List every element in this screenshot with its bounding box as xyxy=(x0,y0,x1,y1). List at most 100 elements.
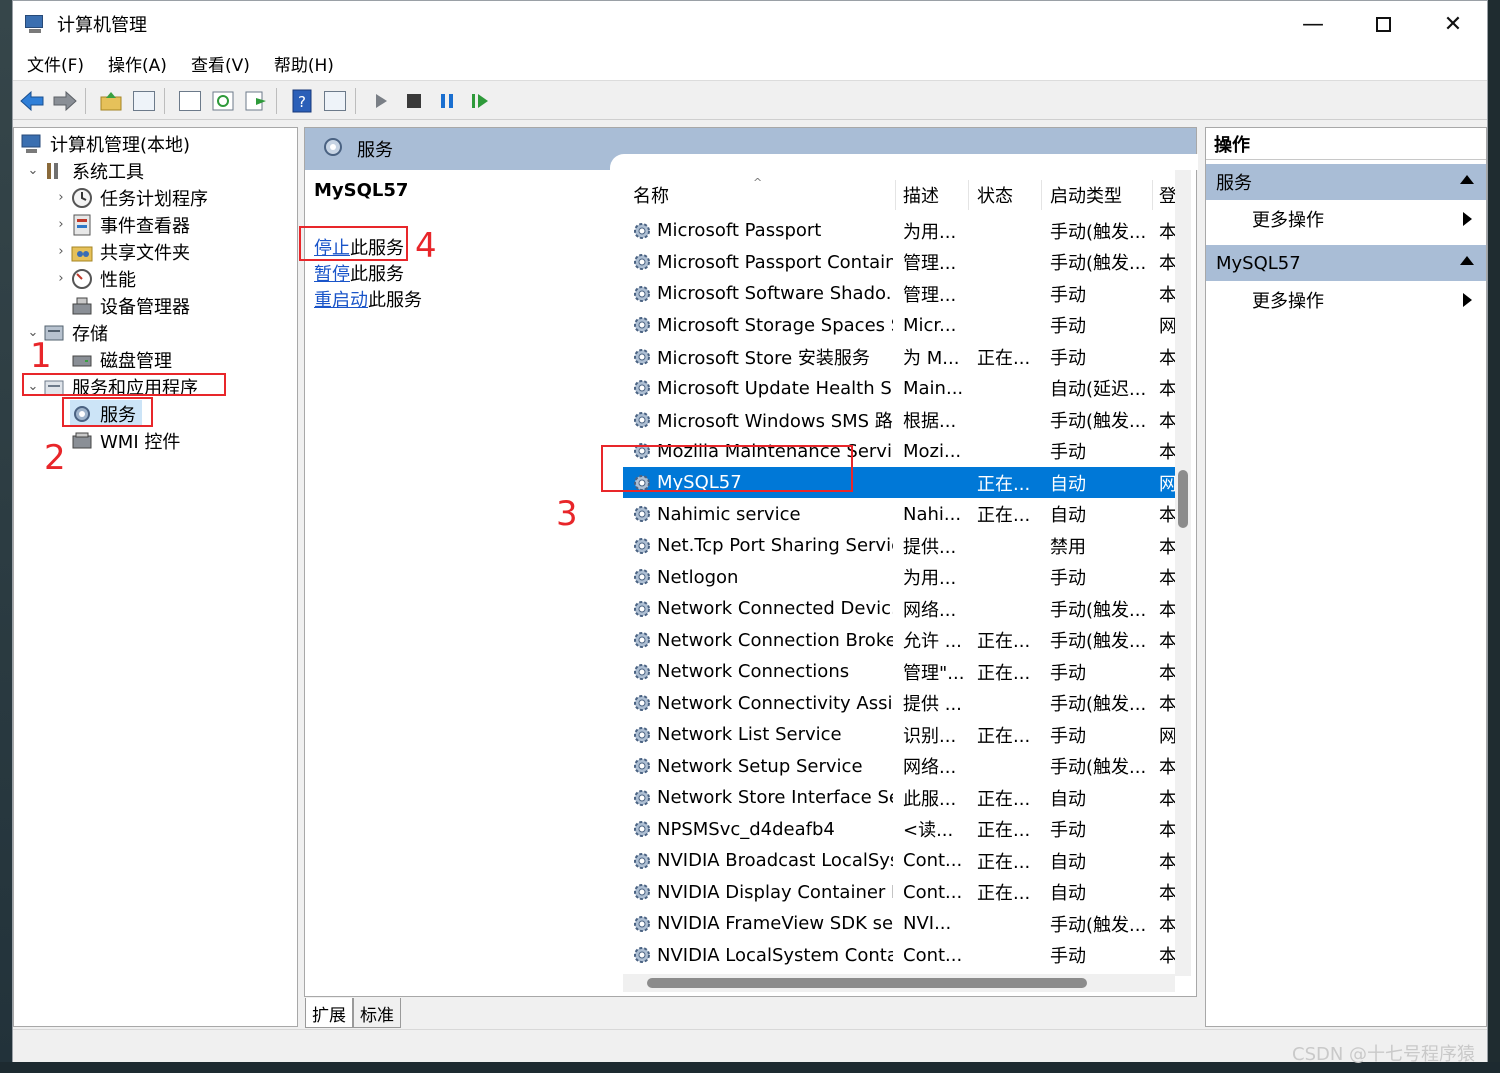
status-bar xyxy=(13,1029,1487,1062)
pause-service-button[interactable] xyxy=(433,87,461,115)
service-row[interactable]: Microsoft Store 安装服务 为 M... 正在... 手动 本 xyxy=(623,341,1175,372)
tree-item-performance[interactable]: › 性能 xyxy=(52,265,136,292)
column-desc-label: 描述 xyxy=(903,186,939,207)
service-row[interactable]: Network Connections 管理"... 正在... 手动 本 xyxy=(623,656,1175,687)
more-actions-mysql57[interactable]: 更多操作 xyxy=(1206,282,1486,318)
tree-item-computer-management[interactable]: 计算机管理(本地) xyxy=(20,130,190,157)
tree-item-wmi-control[interactable]: WMI 控件 xyxy=(70,427,180,454)
view-tabs: 扩展 标准 xyxy=(305,998,425,1028)
service-status-cell: 正在... xyxy=(977,347,1031,369)
service-name-cell: Network Connected Devic... xyxy=(657,598,893,619)
service-logon-cell: 本 xyxy=(1159,883,1175,904)
tree-item-device-manager[interactable]: 设备管理器 xyxy=(70,292,190,319)
service-startup-type-cell: 自动 xyxy=(1050,788,1086,810)
service-row[interactable]: Microsoft Update Health S... Main... 自动(延迟… xyxy=(623,373,1175,404)
disk-icon xyxy=(70,349,94,371)
watermark: CSDN @十七号程序猿 xyxy=(1292,1044,1476,1065)
service-row[interactable]: Network Store Interface Se... 此服... 正在... 自… xyxy=(623,782,1175,813)
tab-extended[interactable]: 扩展 xyxy=(305,998,353,1028)
service-row[interactable]: Nahimic service Nahi... 正在... 自动 本 xyxy=(623,499,1175,530)
help-button[interactable]: ? xyxy=(288,87,316,115)
menu-file[interactable]: 文件(F) xyxy=(27,51,84,76)
window-title: 计算机管理 xyxy=(57,15,147,36)
service-row[interactable]: Netlogon 为用... 手动 本 xyxy=(623,562,1175,593)
service-row[interactable]: Microsoft Windows SMS 路... 根据... 手动(触发... 本 xyxy=(623,404,1175,435)
service-row[interactable]: Network Connected Devic... 网络... 手动(触发... 本 xyxy=(623,593,1175,624)
start-service-button[interactable] xyxy=(367,87,395,115)
annotation-number-2: 2 xyxy=(44,438,66,478)
service-row[interactable]: NVIDIA Display Container LS Cont... 正在... 自… xyxy=(623,877,1175,908)
service-row[interactable]: Microsoft Passport 为用... 手动(触发... 本 xyxy=(623,215,1175,246)
tree-item-shared-folders[interactable]: › 共享文件夹 xyxy=(52,238,190,265)
stop-service-button[interactable] xyxy=(400,87,428,115)
chevron-right-icon[interactable]: › xyxy=(52,217,70,232)
up-one-level-button[interactable] xyxy=(97,87,125,115)
computer-icon xyxy=(20,133,44,155)
service-row[interactable]: Microsoft Software Shado... 管理... 手动 本 xyxy=(623,278,1175,309)
section-label: 服务 xyxy=(1216,173,1252,194)
menu-view[interactable]: 查看(V) xyxy=(191,51,250,76)
tab-standard[interactable]: 标准 xyxy=(353,998,401,1028)
maximize-button[interactable] xyxy=(1348,1,1418,47)
menu-help[interactable]: 帮助(H) xyxy=(274,51,334,76)
more-actions-services[interactable]: 更多操作 xyxy=(1206,201,1486,237)
service-row[interactable]: NVIDIA FrameView SDK se... NVI... 手动(触发...… xyxy=(623,908,1175,939)
column-header-startup-type[interactable]: 启动类型 xyxy=(1050,180,1150,210)
chevron-right-icon[interactable]: › xyxy=(52,244,70,259)
restart-service-link[interactable]: 重启动 xyxy=(314,290,368,311)
actions-section-mysql57[interactable]: MySQL57 xyxy=(1206,245,1486,281)
service-row[interactable]: Network List Service 识别... 正在... 手动 网 xyxy=(623,719,1175,750)
service-name-cell: NVIDIA Display Container LS xyxy=(657,881,893,903)
vertical-scroll-thumb[interactable] xyxy=(1178,470,1188,528)
column-header-status[interactable]: 状态 xyxy=(977,180,1041,210)
service-row[interactable]: Microsoft Storage Spaces S... Micr... 手动 网 xyxy=(623,310,1175,341)
service-logon-cell: 本 xyxy=(1159,505,1175,526)
column-separator[interactable] xyxy=(1152,180,1153,210)
service-logon-cell: 本 xyxy=(1159,379,1175,400)
back-button[interactable] xyxy=(18,87,46,115)
vertical-scrollbar[interactable] xyxy=(1175,170,1191,976)
column-separator[interactable] xyxy=(895,180,896,210)
horizontal-scrollbar[interactable] xyxy=(623,974,1175,992)
close-button[interactable]: ✕ xyxy=(1418,1,1488,47)
service-name-cell: NPSMSvc_d4deafb4 xyxy=(657,818,835,840)
tree-item-system-tools[interactable]: ⌄ 系统工具 xyxy=(24,157,144,184)
show-action-pane-button[interactable] xyxy=(321,87,349,115)
service-status-cell: 正在... xyxy=(977,662,1031,684)
properties-button[interactable] xyxy=(176,87,204,115)
service-row[interactable]: Network Connection Broker 允许 ... 正在... 手动(触… xyxy=(623,625,1175,656)
forward-button[interactable] xyxy=(51,87,79,115)
tree-item-task-scheduler[interactable]: › 任务计划程序 xyxy=(52,184,208,211)
service-row[interactable]: NVIDIA Broadcast LocalSys... Cont... 正在...… xyxy=(623,845,1175,876)
service-row[interactable]: NVIDIA LocalSystem Conta... Cont... 手动 本 xyxy=(623,940,1175,971)
service-status-cell: 正在... xyxy=(977,725,1031,747)
service-gear-icon xyxy=(631,782,655,813)
minimize-button[interactable]: — xyxy=(1278,1,1348,47)
show-hide-console-tree-button[interactable] xyxy=(130,87,158,115)
chevron-right-icon[interactable]: › xyxy=(52,190,70,205)
service-row[interactable]: Network Setup Service 网络... 手动(触发... 本 xyxy=(623,751,1175,782)
column-separator[interactable] xyxy=(1041,180,1042,210)
column-header-name[interactable]: 名称 xyxy=(633,180,893,210)
column-separator[interactable] xyxy=(968,180,969,210)
export-list-button[interactable] xyxy=(242,87,270,115)
actions-section-services[interactable]: 服务 xyxy=(1206,164,1486,200)
tree-item-disk-management[interactable]: 磁盘管理 xyxy=(70,346,172,373)
horizontal-scroll-thumb[interactable] xyxy=(647,978,1087,988)
service-row[interactable]: Network Connectivity Assis... 提供 ... 手动(触发… xyxy=(623,688,1175,719)
service-row[interactable]: Microsoft Passport Container 管理... 手动(触发..… xyxy=(623,247,1175,278)
tools-icon xyxy=(42,160,66,182)
service-row[interactable]: NPSMSvc_d4deafb4 <读... 正在... 手动 本 xyxy=(623,814,1175,845)
tree-item-event-viewer[interactable]: › 事件查看器 xyxy=(52,211,190,238)
service-startup-type-cell: 自动(延迟... xyxy=(1050,379,1147,400)
play-icon xyxy=(376,93,387,108)
chevron-down-icon[interactable]: ⌄ xyxy=(24,163,42,178)
computer-management-icon xyxy=(25,13,47,35)
menu-action[interactable]: 操作(A) xyxy=(108,51,167,76)
pause-service-link[interactable]: 暂停 xyxy=(314,264,350,285)
column-header-description[interactable]: 描述 xyxy=(903,180,967,210)
refresh-button[interactable] xyxy=(209,87,237,115)
service-row[interactable]: Net.Tcp Port Sharing Service 提供... 禁用 本 xyxy=(623,530,1175,561)
chevron-right-icon[interactable]: › xyxy=(52,271,70,286)
restart-service-button[interactable] xyxy=(466,87,494,115)
